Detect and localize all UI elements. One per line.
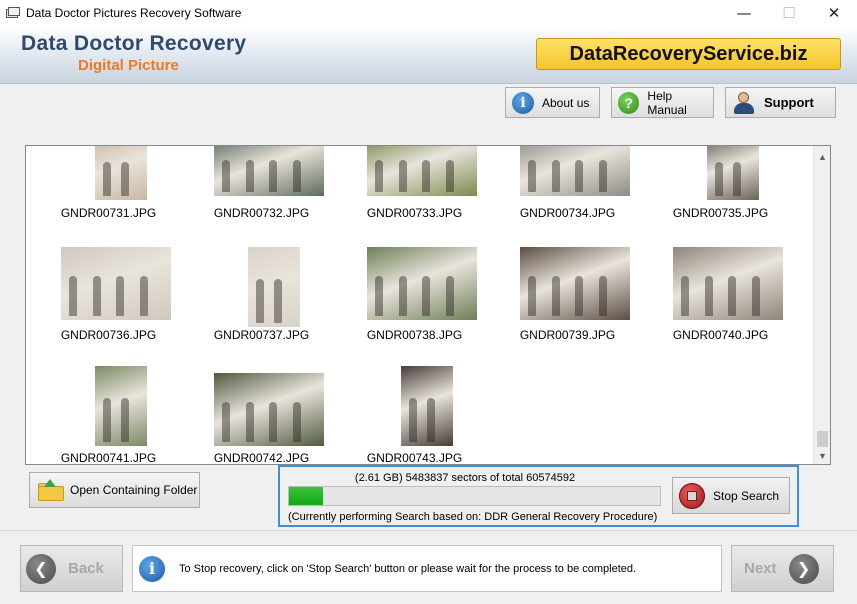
file-name-label: GNDR00733.JPG [366, 206, 463, 220]
help-manual-button[interactable]: ? Help Manual [611, 87, 714, 118]
photo-thumbnail[interactable] [520, 247, 630, 320]
photo-thumbnail[interactable] [367, 146, 477, 196]
file-name-label: GNDR00732.JPG [213, 206, 310, 220]
info-icon: i [139, 555, 165, 582]
file-name-label: GNDR00737.JPG [213, 328, 310, 342]
help-manual-label: Help Manual [647, 88, 687, 117]
open-folder-label: Open Containing Folder [70, 483, 198, 497]
window-title: Data Doctor Pictures Recovery Software [26, 6, 242, 20]
progress-bar-fill [289, 487, 323, 505]
scrollbar-thumb[interactable] [817, 431, 828, 447]
back-label: Back [68, 560, 104, 577]
back-button[interactable]: ❮ Back [20, 545, 123, 592]
minimize-button[interactable]: — [721, 0, 767, 26]
gallery-scrollbar[interactable]: ▲ ▼ [813, 146, 830, 464]
scroll-down-arrow-icon[interactable]: ▼ [814, 447, 830, 464]
stop-search-label: Stop Search [713, 488, 780, 503]
file-name-label: GNDR00731.JPG [60, 206, 157, 220]
file-name-label: GNDR00735.JPG [672, 206, 769, 220]
next-label: Next [744, 560, 777, 577]
brand-url-logo: DataRecoveryService.biz [536, 38, 841, 70]
file-name-label: GNDR00742.JPG [213, 451, 310, 465]
photo-thumbnail[interactable] [248, 247, 300, 327]
header-banner: Data Doctor Recovery Digital Picture Dat… [0, 26, 857, 84]
next-arrow-icon: ❯ [788, 553, 819, 584]
photo-thumbnail[interactable] [95, 366, 147, 446]
folder-icon [38, 479, 64, 501]
open-containing-folder-button[interactable]: Open Containing Folder [29, 472, 200, 508]
brand-title: Data Doctor Recovery [21, 32, 247, 55]
about-us-label: About us [542, 95, 590, 110]
stop-search-button[interactable]: Stop Search [672, 477, 790, 514]
help-icon: ? [618, 91, 640, 114]
photo-thumbnail[interactable] [367, 247, 477, 320]
photo-thumbnail[interactable] [214, 146, 324, 196]
about-us-button[interactable]: i About us [505, 87, 600, 118]
photo-thumbnail[interactable] [61, 247, 171, 320]
file-name-label: GNDR00740.JPG [672, 328, 769, 342]
support-label: Support [764, 95, 814, 110]
support-person-icon [732, 91, 756, 115]
scroll-up-arrow-icon[interactable]: ▲ [814, 148, 830, 165]
file-name-label: GNDR00736.JPG [60, 328, 157, 342]
file-name-label: GNDR00738.JPG [366, 328, 463, 342]
hint-text: To Stop recovery, click on 'Stop Search'… [179, 562, 637, 575]
recovered-files-gallery[interactable]: ▲ ▼ GNDR00731.JPG GNDR00732.JPG GNDR00733.… [25, 145, 831, 465]
back-arrow-icon: ❮ [26, 553, 56, 584]
file-name-label: GNDR00741.JPG [60, 451, 157, 465]
file-name-label: GNDR00743.JPG [366, 451, 463, 465]
app-icon [6, 7, 20, 19]
bottom-navigation-bar: ❮ Back i To Stop recovery, click on 'Sto… [0, 530, 857, 604]
photo-thumbnail[interactable] [707, 146, 759, 200]
hint-box: i To Stop recovery, click on 'Stop Searc… [132, 545, 722, 592]
photo-thumbnail[interactable] [401, 366, 453, 446]
next-button[interactable]: Next ❯ [731, 545, 834, 592]
title-bar: Data Doctor Pictures Recovery Software —… [0, 0, 857, 26]
progress-status-text: (2.61 GB) 5483837 sectors of total 60574… [354, 472, 576, 484]
support-button[interactable]: Support [725, 87, 836, 118]
photo-thumbnail[interactable] [520, 146, 630, 196]
progress-panel: (2.61 GB) 5483837 sectors of total 60574… [278, 465, 799, 527]
file-name-label: GNDR00739.JPG [519, 328, 616, 342]
photo-thumbnail[interactable] [214, 373, 324, 446]
brand-subtitle: Digital Picture [78, 57, 179, 74]
maximize-button[interactable]: ☐ [766, 0, 812, 26]
info-icon: i [512, 91, 534, 114]
photo-thumbnail[interactable] [673, 247, 783, 320]
file-name-label: GNDR00734.JPG [519, 206, 616, 220]
close-button[interactable]: ✕ [811, 0, 857, 26]
stop-icon [679, 482, 705, 509]
progress-bar [288, 486, 661, 506]
procedure-text: (Currently performing Search based on: D… [288, 511, 658, 523]
photo-thumbnail[interactable] [95, 146, 147, 200]
